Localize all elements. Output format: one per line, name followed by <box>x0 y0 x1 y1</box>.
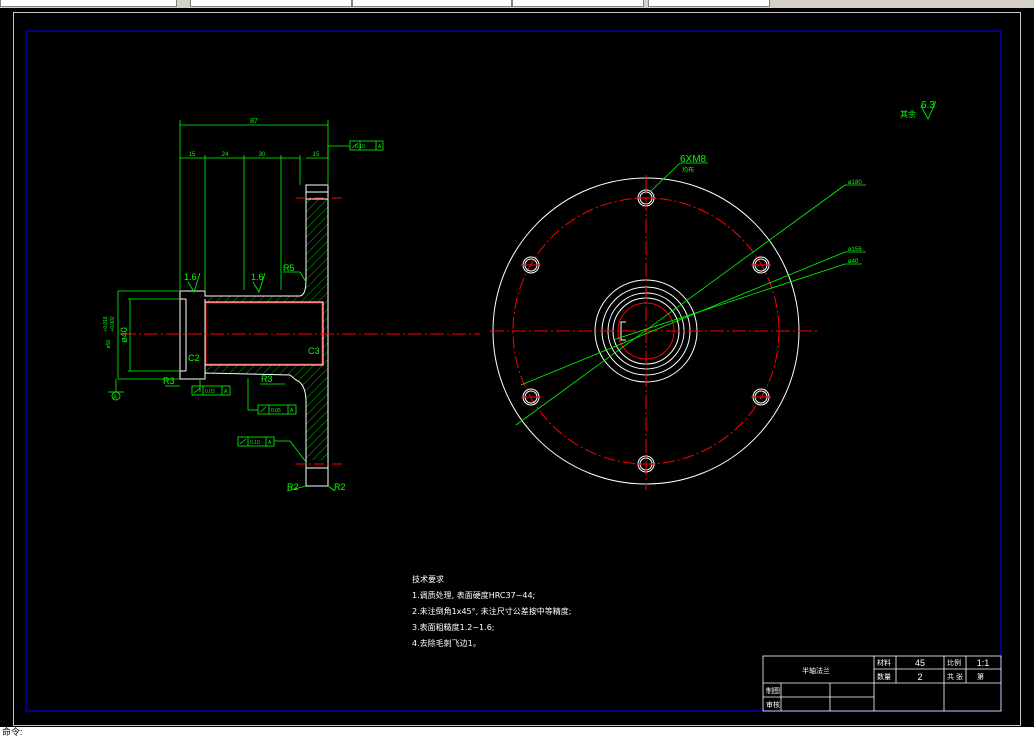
dim-tol-base: ø50 <box>106 339 112 348</box>
material-label: 材料 <box>877 658 891 667</box>
datum-label: A <box>113 395 117 401</box>
dim-seg1: 15 <box>189 152 196 158</box>
tech-requirement-4: 4.去除毛刺飞边1。 <box>412 639 481 648</box>
sheet-label-2: 张 <box>956 672 963 681</box>
tol-runout1-datum: A <box>224 389 228 395</box>
dim-tol-lower: +0.002 <box>110 316 116 332</box>
tech-requirement-3: 3.表面粗糙度1.2~1.6; <box>412 623 495 632</box>
end-view: 6XM8 均布 ø180 ø156 ø40 <box>490 154 866 490</box>
dim-small-dia: ø40 <box>848 259 859 265</box>
dim-total-length: 87 <box>250 118 258 125</box>
tol-runout2-value: 0.05 <box>271 408 281 414</box>
svg-text:6.3: 6.3 <box>921 100 935 111</box>
dim-mid-dia: ø156 <box>848 247 862 253</box>
dim-flange-thk: 15 <box>313 152 320 158</box>
qty-value: 2 <box>917 672 922 682</box>
chamfer-c2: C2 <box>188 353 200 363</box>
sheet-label: 共 <box>947 672 954 681</box>
command-prompt: 命令: <box>2 727 23 737</box>
tech-requirements: 技术要求 1.调质处理, 表面硬度HRC37~44; 2.未注倒角1x45°, … <box>412 572 571 652</box>
tol-top-value: 0.10 <box>355 144 365 150</box>
scale-label: 比例 <box>947 658 961 667</box>
radius-r2b: R2 <box>334 482 346 492</box>
hole-callout-sub: 均布 <box>682 166 694 174</box>
roughness-2: 1.6 <box>251 272 264 282</box>
svg-text:其余: 其余 <box>900 109 916 119</box>
tol-flange-value: 0.10 <box>250 440 260 446</box>
dim-seg3: 30 <box>259 152 266 158</box>
general-roughness: 其余 6.3 <box>900 100 937 120</box>
tol-runout1-value: 0.03 <box>205 389 215 395</box>
roughness-1: 1.6 <box>184 272 197 282</box>
checked-label: 审核 <box>766 700 780 709</box>
qty-label: 数量 <box>877 672 891 681</box>
hole-callout: 6XM8 <box>680 154 707 165</box>
part-name: 半轴法兰 <box>802 666 830 675</box>
radius-r3b: R3 <box>261 374 273 384</box>
dim-tol-upper: +0.018 <box>103 316 109 332</box>
chamfer-c3: C3 <box>308 346 320 356</box>
hatched-region <box>205 199 328 460</box>
tech-requirement-2: 2.未注倒角1x45°, 未注尺寸公差按中等精度; <box>412 607 572 616</box>
dim-seg2: 24 <box>222 152 229 158</box>
section-view: 87 15 24 30 15 ø40 +0.018 +0.002 ø50 0.1… <box>103 118 480 492</box>
scale-value: 1:1 <box>977 658 990 668</box>
dim-outer-dia: ø180 <box>848 180 862 186</box>
tech-requirement-1: 1.调质处理, 表面硬度HRC37~44; <box>412 591 536 600</box>
sheet-label-3: 第 <box>977 672 984 681</box>
dim-bore-dia: ø40 <box>119 327 129 343</box>
material-value: 45 <box>915 658 925 668</box>
command-line[interactable] <box>0 727 1034 737</box>
tech-requirements-title: 技术要求 <box>412 575 444 584</box>
tol-flange-datum: A <box>268 440 272 446</box>
tol-top-datum: A <box>378 144 382 150</box>
radius-r3: R3 <box>163 376 175 386</box>
drawn-label: 制图 <box>766 686 780 695</box>
radius-r2a: R2 <box>287 482 299 492</box>
radius-r5: R5 <box>283 263 295 273</box>
tol-runout2-datum: A <box>290 408 294 414</box>
